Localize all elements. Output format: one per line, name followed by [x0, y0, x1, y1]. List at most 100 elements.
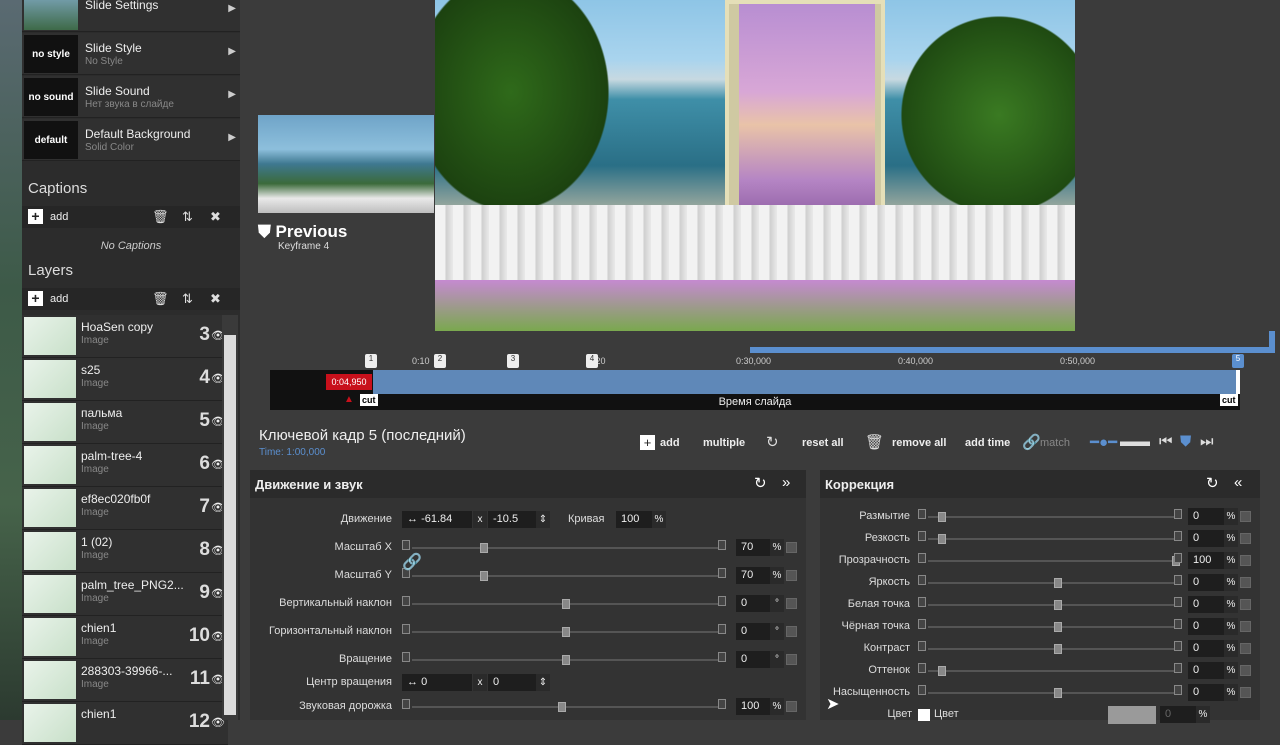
color-swatch[interactable]: [918, 709, 930, 721]
motion-value-field[interactable]: 0: [736, 595, 770, 612]
trash-icon[interactable]: 🗑: [152, 209, 169, 225]
slide-time-bar[interactable]: Время слайда cut cut ▲: [270, 394, 1240, 410]
color-value-field[interactable]: 0: [1160, 706, 1196, 723]
slider-handle[interactable]: [1054, 688, 1062, 698]
keyframe-checkbox[interactable]: [1240, 577, 1251, 588]
keyframe-checkbox[interactable]: [1240, 599, 1251, 610]
add-caption-icon[interactable]: +: [28, 209, 43, 224]
correction-value-field[interactable]: 100: [1188, 552, 1224, 569]
keyframe-marker[interactable]: 3: [507, 354, 519, 368]
slider-max-box[interactable]: [1174, 641, 1182, 651]
audio-slider[interactable]: [412, 702, 720, 712]
layer-item[interactable]: пальма Image 5 👁: [22, 401, 228, 444]
motion-value-field[interactable]: 0: [736, 623, 770, 640]
keyframe-checkbox[interactable]: [1240, 555, 1251, 566]
slider-handle[interactable]: [1054, 644, 1062, 654]
keyframe-checkbox[interactable]: [786, 570, 797, 581]
slider-max-box[interactable]: [1174, 685, 1182, 695]
add-layer-button[interactable]: add: [50, 293, 68, 305]
slide-sound-row[interactable]: no sound Slide Sound Нет звука в слайде …: [22, 76, 240, 118]
slider-min-box[interactable]: [918, 685, 926, 695]
keyframe-checkbox[interactable]: [786, 701, 797, 712]
layer-item[interactable]: ef8ec020fb0f Image 7 👁: [22, 487, 228, 530]
slider-max-box[interactable]: [718, 699, 726, 709]
trash-icon[interactable]: 🗑: [152, 291, 169, 307]
correction-value-field[interactable]: 0: [1188, 596, 1224, 613]
keyframe-checkbox[interactable]: [1240, 533, 1251, 544]
correction-value-field[interactable]: 0: [1188, 508, 1224, 525]
slider-min-box[interactable]: [402, 699, 410, 709]
reset-icon[interactable]: ↻: [754, 474, 767, 492]
playhead-triangle-icon[interactable]: ▲: [344, 394, 354, 405]
view-mode-icon[interactable]: ━●━: [1090, 433, 1117, 451]
reset-all-button[interactable]: reset all: [802, 437, 844, 449]
slider-min-box[interactable]: [402, 624, 410, 634]
layer-item[interactable]: 1 (02) Image 8 👁: [22, 530, 228, 573]
motion-value-field[interactable]: 70: [736, 539, 770, 556]
keyframe-checkbox[interactable]: [786, 626, 797, 637]
keyframe-checkbox[interactable]: [1240, 643, 1251, 654]
sort-arrows-icon[interactable]: ⇅: [182, 291, 193, 307]
add-keyframe-icon[interactable]: +: [640, 435, 655, 450]
link-icon[interactable]: 🔗: [1022, 433, 1041, 451]
slider-handle[interactable]: [558, 702, 566, 712]
slider-max-box[interactable]: [1174, 553, 1182, 563]
slider-max-box[interactable]: [1174, 575, 1182, 585]
cut-start-marker[interactable]: cut: [360, 394, 378, 406]
slider-max-box[interactable]: [1174, 509, 1182, 519]
correction-slider[interactable]: [928, 666, 1174, 676]
timeline-current-time[interactable]: 0:04,950: [326, 374, 372, 390]
motion-slider[interactable]: [412, 655, 720, 665]
correction-slider[interactable]: [928, 512, 1174, 522]
correction-value-field[interactable]: 0: [1188, 662, 1224, 679]
slider-handle[interactable]: [1054, 622, 1062, 632]
curve-field[interactable]: 100: [616, 511, 652, 528]
slider-handle[interactable]: [480, 571, 488, 581]
correction-slider[interactable]: [928, 578, 1174, 588]
slider-min-box[interactable]: [918, 575, 926, 585]
slider-min-box[interactable]: [918, 619, 926, 629]
slider-handle[interactable]: [938, 512, 946, 522]
correction-value-field[interactable]: 0: [1188, 640, 1224, 657]
expand-icon[interactable]: »: [782, 474, 790, 491]
default-background-row[interactable]: default Default Background Solid Color ▶: [22, 119, 240, 161]
slide-settings-row[interactable]: Slide Settings ▶: [22, 0, 240, 32]
slider-handle[interactable]: [480, 543, 488, 553]
keyframe-checkbox[interactable]: [1240, 665, 1251, 676]
slider-max-box[interactable]: [718, 652, 726, 662]
slider-min-box[interactable]: [402, 540, 410, 550]
link-scale-icon[interactable]: 🔗: [402, 552, 422, 572]
motion-value-field[interactable]: 0: [736, 651, 770, 668]
keyframe-checkbox[interactable]: [1240, 511, 1251, 522]
first-keyframe-icon[interactable]: ⏮: [1159, 433, 1173, 450]
slider-handle[interactable]: [562, 599, 570, 609]
slide-preview[interactable]: [435, 0, 1075, 331]
slider-min-box[interactable]: [402, 652, 410, 662]
last-keyframe-icon[interactable]: ⏭: [1200, 433, 1214, 450]
color-preview-box[interactable]: [1108, 706, 1156, 724]
correction-slider[interactable]: [928, 534, 1174, 544]
layer-item[interactable]: s25 Image 4 👁: [22, 358, 228, 401]
keyframe-checkbox[interactable]: [1240, 621, 1251, 632]
slide-style-row[interactable]: no style Slide Style No Style ▶: [22, 33, 240, 75]
remove-all-button[interactable]: remove all: [892, 437, 946, 449]
keyframe-marker-icon[interactable]: ⛊: [1180, 433, 1191, 450]
slider-max-box[interactable]: [718, 540, 726, 550]
correction-slider[interactable]: [928, 688, 1174, 698]
keyframe-marker-selected[interactable]: 5: [1232, 354, 1244, 368]
tools-icon[interactable]: ✖: [210, 291, 221, 307]
slider-max-box[interactable]: [1174, 663, 1182, 673]
motion-slider[interactable]: [412, 543, 720, 553]
slider-min-box[interactable]: [918, 641, 926, 651]
reset-icon[interactable]: ↻: [766, 433, 779, 451]
slider-min-box[interactable]: [918, 553, 926, 563]
keyframe-marker[interactable]: 2: [434, 354, 446, 368]
layer-item[interactable]: palm-tree-4 Image 6 👁: [22, 444, 228, 487]
slider-min-box[interactable]: [918, 597, 926, 607]
slider-min-box[interactable]: [918, 663, 926, 673]
keyframe-checkbox[interactable]: [786, 654, 797, 665]
correction-slider[interactable]: [928, 644, 1174, 654]
correction-value-field[interactable]: 0: [1188, 530, 1224, 547]
motion-slider[interactable]: [412, 627, 720, 637]
correction-slider[interactable]: [928, 622, 1174, 632]
